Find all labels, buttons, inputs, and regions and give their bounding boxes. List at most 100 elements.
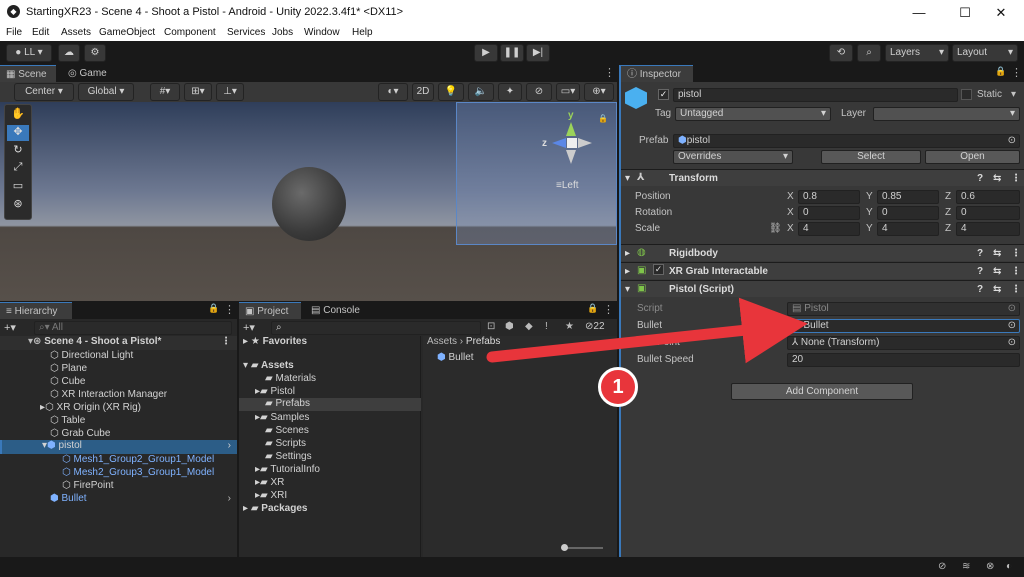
preset-icon[interactable]: ⇆ [993, 284, 1001, 295]
hierarchy-item[interactable]: ⬡ Mesh1_Group2_Group1_Model [62, 454, 214, 465]
tab-project[interactable]: ▣ Project [239, 302, 301, 319]
hierarchy-item[interactable]: ⬡ Grab Cube [50, 428, 110, 439]
space-dropdown[interactable]: Global ▾ [78, 83, 134, 101]
transform-header[interactable]: ▾ ⅄ Transform ? ⇆ ⋮ [621, 169, 1024, 186]
lock-icon[interactable]: 🔒 [995, 66, 1006, 77]
folder-row[interactable]: ▰ Settings [265, 451, 312, 462]
rotation-z-field[interactable]: 0 [956, 206, 1020, 220]
hierarchy-item[interactable]: ⬡ Mesh2_Group3_Group1_Model [62, 467, 214, 478]
close-button[interactable]: ✕ [978, 0, 1024, 25]
position-x-field[interactable]: 0.8 [798, 190, 860, 204]
preset-icon[interactable]: ⇆ [993, 248, 1001, 259]
lighting-icon[interactable]: 💡 [438, 83, 464, 101]
hierarchy-item[interactable]: ⬡ Table [50, 415, 85, 426]
static-dropdown-icon[interactable]: ▾ [1011, 89, 1016, 100]
hierarchy-item-selected[interactable]: ▾⬢ pistol › [0, 440, 237, 454]
more-menu-icon[interactable]: ⋮ [604, 66, 615, 79]
xr-grab-header[interactable]: ▸ ▣ ✓ XR Grab Interactable ? ⇆ ⋮ [621, 262, 1024, 279]
scale-tool-icon[interactable]: ⤢ [7, 161, 29, 177]
hierarchy-item[interactable]: ⬡ Directional Light [50, 350, 133, 361]
hierarchy-item[interactable]: ▸⬡ XR Origin (XR Rig) [40, 402, 141, 413]
rotation-x-field[interactable]: 0 [798, 206, 860, 220]
object-picker-icon[interactable]: ⊙ [1008, 320, 1016, 332]
scale-z-field[interactable]: 4 [956, 222, 1020, 236]
preset-icon[interactable]: ⇆ [993, 266, 1001, 277]
pivot-dropdown[interactable]: Center ▾ [14, 83, 74, 101]
hierarchy-item[interactable]: ⬡ FirePoint [62, 480, 114, 491]
menu-services[interactable]: Services [227, 27, 265, 38]
align-icon[interactable]: ⊥▾ [216, 83, 244, 101]
expand-arrow-icon[interactable]: ▸ [625, 266, 630, 277]
add-object-button[interactable]: +▾ [4, 321, 16, 334]
folder-row[interactable]: ▸▰ XRI [255, 490, 287, 501]
more-menu-icon[interactable]: ⋮ [1011, 66, 1022, 79]
project-search-input[interactable]: ⌕ [271, 321, 481, 335]
folder-row[interactable]: ▸▰ Pistol [255, 386, 295, 397]
favorites-row[interactable]: ▸ ★ Favorites [243, 336, 307, 347]
component-enabled-checkbox[interactable]: ✓ [653, 264, 664, 275]
layer-dropdown[interactable]: ▾ [873, 107, 1020, 121]
preset-icon[interactable]: ⇆ [993, 173, 1001, 184]
select-button[interactable]: Select [821, 150, 921, 164]
account-dropdown[interactable]: ● LL ▾ [6, 44, 52, 62]
create-asset-button[interactable]: +▾ [243, 321, 255, 334]
expand-arrow-icon[interactable]: ▸ [625, 248, 630, 259]
hierarchy-search-input[interactable]: ⌕▾ All [34, 321, 232, 335]
menu-help[interactable]: Help [352, 27, 373, 38]
move-tool-icon[interactable]: ✥ [7, 125, 29, 141]
menu-assets[interactable]: Assets [61, 27, 91, 38]
effects-icon[interactable]: ✦ [498, 83, 522, 101]
audio-icon[interactable]: 🔈 [468, 83, 494, 101]
component-menu-icon[interactable]: ⋮ [1011, 173, 1021, 184]
folder-row[interactable]: ▸▰ XR [255, 477, 284, 488]
object-picker-icon[interactable]: ⊙ [1008, 135, 1016, 147]
rotation-y-field[interactable]: 0 [877, 206, 939, 220]
orientation-gizmo[interactable]: y z 🔒 [540, 110, 608, 172]
gizmos-icon[interactable]: ⊕▾ [584, 83, 614, 101]
minimize-button[interactable]: — [896, 0, 942, 25]
folder-row[interactable]: ▰ Scripts [265, 438, 306, 449]
open-prefab-icon[interactable]: › [228, 440, 231, 451]
tab-hierarchy[interactable]: ≡ Hierarchy [0, 302, 72, 319]
cloud-icon[interactable]: ☁ [58, 44, 80, 62]
bullet-field[interactable]: ⬢ Bullet ⊙ [787, 319, 1020, 333]
folder-row-selected[interactable]: ▰ Prefabs [239, 398, 421, 411]
assets-row[interactable]: ▾ ▰ Assets [243, 360, 294, 371]
hierarchy-item[interactable]: ⬢ Bullet › [50, 493, 237, 504]
bullet-speed-field[interactable]: 20 [787, 353, 1020, 367]
component-menu-icon[interactable]: ⋮ [1011, 266, 1021, 277]
rect-tool-icon[interactable]: ▭ [7, 179, 29, 195]
overrides-dropdown[interactable]: Overrides ▾ [673, 150, 793, 164]
menu-window[interactable]: Window [304, 27, 340, 38]
notifications-icon[interactable]: ◐ [1006, 561, 1012, 572]
help-icon[interactable]: ? [977, 248, 983, 259]
layers-dropdown[interactable]: Layers ▾ [885, 44, 949, 62]
menu-file[interactable]: File [6, 27, 22, 38]
static-checkbox[interactable] [961, 89, 972, 100]
lock-icon[interactable]: 🔒 [598, 114, 608, 123]
menu-gameobject[interactable]: GameObject [99, 27, 155, 38]
scene-viewport[interactable]: ✋ ✥ ↻ ⤢ ▭ ⊛ y z 🔒 ≡Left [0, 102, 617, 301]
mode-2d-button[interactable]: 2D [412, 83, 434, 101]
firepoint-field[interactable]: ⅄ None (Transform) ⊙ [787, 336, 1020, 350]
scene-root-row[interactable]: ▾⊛ Scene 4 - Shoot a Pistol* ⋮ [0, 336, 237, 350]
help-icon[interactable]: ? [977, 173, 983, 184]
search-icon[interactable]: ⌕ [857, 44, 881, 62]
sphere-object[interactable] [272, 167, 346, 241]
zoom-slider-handle[interactable] [561, 544, 568, 551]
component-menu-icon[interactable]: ⋮ [1011, 248, 1021, 259]
step-button[interactable]: ▶| [526, 44, 550, 62]
tab-scene[interactable]: ▦ Scene [0, 65, 56, 82]
rigidbody-header[interactable]: ▸ ◍ Rigidbody ? ⇆ ⋮ [621, 244, 1024, 261]
folder-row[interactable]: ▸▰ TutorialInfo [255, 464, 320, 475]
folder-row[interactable]: ▸▰ Samples [255, 412, 309, 423]
history-icon[interactable]: ⟲ [829, 44, 853, 62]
tab-game[interactable]: ◎ Game [62, 65, 113, 82]
rotate-tool-icon[interactable]: ↻ [7, 143, 29, 159]
lock-icon[interactable]: 🔒 [208, 303, 219, 314]
pause-button[interactable]: ❚❚ [500, 44, 524, 62]
object-picker-icon[interactable]: ⊙ [1008, 337, 1016, 349]
cache-icon[interactable]: ≋ [962, 561, 970, 572]
breadcrumb-root[interactable]: Assets [427, 336, 457, 347]
collapse-arrow-icon[interactable]: ▾ [625, 173, 630, 184]
